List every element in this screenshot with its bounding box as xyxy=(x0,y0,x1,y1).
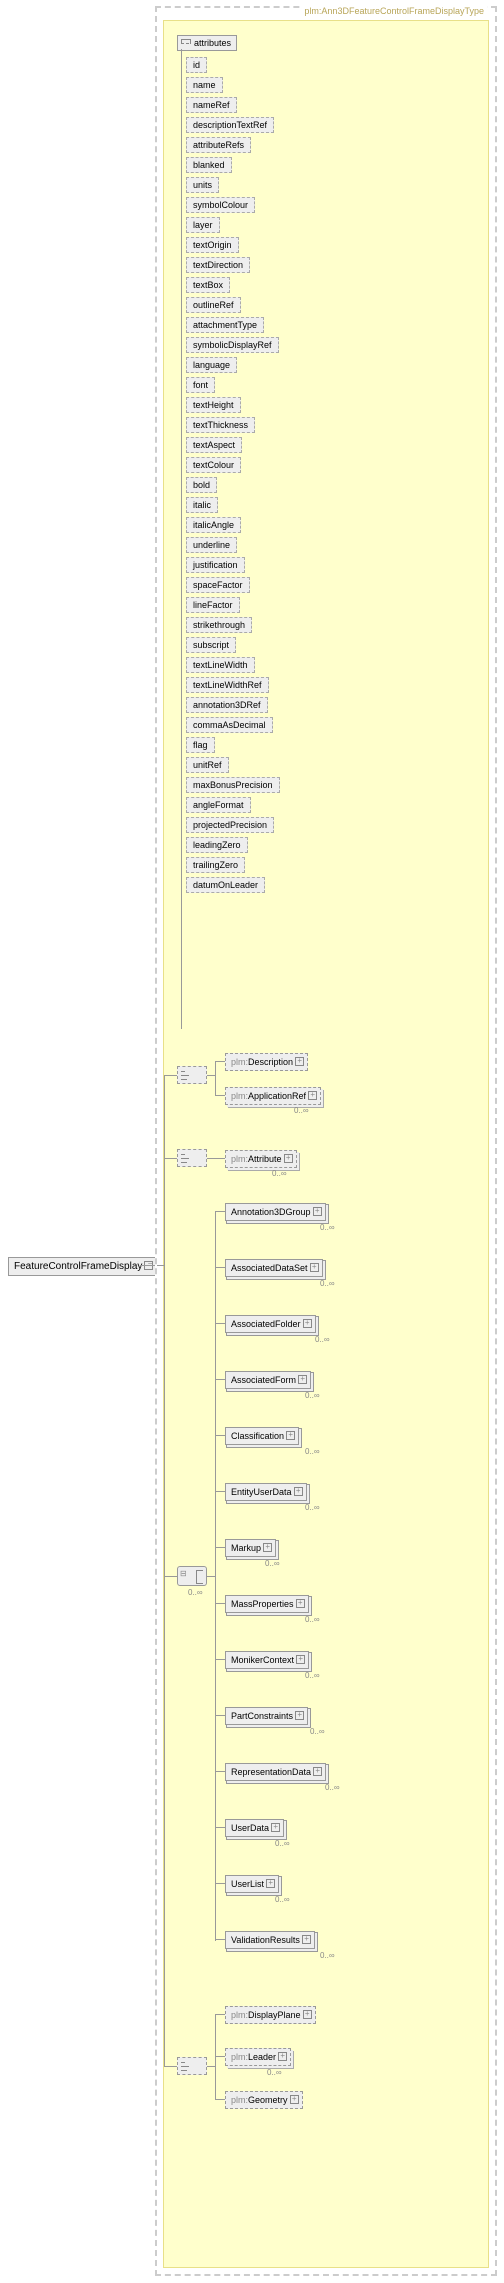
connector xyxy=(207,1158,225,1159)
attr-annotation3DRef[interactable]: annotation3DRef xyxy=(186,697,268,713)
attr-symbolicDisplayRef[interactable]: symbolicDisplayRef xyxy=(186,337,279,353)
attr-tree-line xyxy=(181,49,182,1029)
connector xyxy=(215,1061,225,1062)
connector xyxy=(215,1061,216,1095)
attr-angleFormat[interactable]: angleFormat xyxy=(186,797,251,813)
attr-justification[interactable]: justification xyxy=(186,557,245,573)
attr-blanked[interactable]: blanked xyxy=(186,157,232,173)
connector xyxy=(207,1576,215,1577)
elem-leader[interactable]: plm:Leader xyxy=(225,2048,291,2066)
attr-textBox[interactable]: textBox xyxy=(186,277,230,293)
connector xyxy=(140,1265,155,1266)
root-element[interactable]: FeatureControlFrameDisplay xyxy=(8,1257,157,1276)
connector xyxy=(215,1211,216,1941)
attr-lineFactor[interactable]: lineFactor xyxy=(186,597,240,613)
connector xyxy=(207,1075,215,1076)
connector xyxy=(164,1075,177,1076)
attr-unitRef[interactable]: unitRef xyxy=(186,757,229,773)
attr-id[interactable]: id xyxy=(186,57,207,73)
attr-attachmentType[interactable]: attachmentType xyxy=(186,317,264,333)
elem-displayplane[interactable]: plm:DisplayPlane xyxy=(225,2006,316,2024)
cardinality: 0..∞ xyxy=(267,2068,282,2077)
connector xyxy=(157,1265,164,1266)
connector xyxy=(215,2014,225,2015)
attr-symbolColour[interactable]: symbolColour xyxy=(186,197,255,213)
attr-textThickness[interactable]: textThickness xyxy=(186,417,255,433)
attr-units[interactable]: units xyxy=(186,177,219,193)
elem-attribute[interactable]: plm:Attribute xyxy=(225,1150,297,1168)
attr-layer[interactable]: layer xyxy=(186,217,220,233)
connector xyxy=(215,2099,225,2100)
choice-connector xyxy=(177,1566,207,1586)
elem-description[interactable]: plm:Description xyxy=(225,1053,308,1071)
connector xyxy=(164,1576,177,1577)
attr-textOrigin[interactable]: textOrigin xyxy=(186,237,239,253)
attr-descriptionTextRef[interactable]: descriptionTextRef xyxy=(186,117,274,133)
attr-outlineRef[interactable]: outlineRef xyxy=(186,297,241,313)
attribute-list: id name nameRef descriptionTextRef attribute… xyxy=(186,53,280,893)
attr-flag[interactable]: flag xyxy=(186,737,215,753)
attr-datumOnLeader[interactable]: datumOnLeader xyxy=(186,877,265,893)
elem-userdata[interactable]: UserData xyxy=(225,1819,284,1837)
type-frame: plm:Ann3DFeatureControlFrameDisplayType … xyxy=(155,6,497,2276)
attr-textColour[interactable]: textColour xyxy=(186,457,241,473)
cardinality: 0..∞ xyxy=(294,1106,309,1115)
attr-attributeRefs[interactable]: attributeRefs xyxy=(186,137,251,153)
attr-textDirection[interactable]: textDirection xyxy=(186,257,250,273)
main-spine xyxy=(164,1075,165,2066)
attr-language[interactable]: language xyxy=(186,357,237,373)
elem-annotation3dgroup[interactable]: Annotation3DGroup xyxy=(225,1203,326,1221)
attr-spaceFactor[interactable]: spaceFactor xyxy=(186,577,250,593)
attr-italic[interactable]: italic xyxy=(186,497,218,513)
attr-textAspect[interactable]: textAspect xyxy=(186,437,242,453)
elem-markup[interactable]: Markup xyxy=(225,1539,276,1557)
attr-maxBonusPrecision[interactable]: maxBonusPrecision xyxy=(186,777,280,793)
sequence-connector xyxy=(177,1066,207,1084)
attr-textHeight[interactable]: textHeight xyxy=(186,397,241,413)
type-name: plm:Ann3DFeatureControlFrameDisplayType xyxy=(301,6,487,16)
cardinality: 0..∞ xyxy=(188,1588,203,1597)
elem-representationdata[interactable]: RepresentationData xyxy=(225,1763,326,1781)
elem-userlist[interactable]: UserList xyxy=(225,1875,279,1893)
elem-associatedform[interactable]: AssociatedForm xyxy=(225,1371,311,1389)
attr-commaAsDecimal[interactable]: commaAsDecimal xyxy=(186,717,273,733)
attr-trailingZero[interactable]: trailingZero xyxy=(186,857,245,873)
connector xyxy=(215,2056,225,2057)
attr-leadingZero[interactable]: leadingZero xyxy=(186,837,248,853)
attr-nameRef[interactable]: nameRef xyxy=(186,97,237,113)
attr-italicAngle[interactable]: italicAngle xyxy=(186,517,241,533)
elem-partconstraints[interactable]: PartConstraints xyxy=(225,1707,308,1725)
attr-subscript[interactable]: subscript xyxy=(186,637,236,653)
elem-classification[interactable]: Classification xyxy=(225,1427,299,1445)
inner-panel: attributes id name nameRef descriptionTextR… xyxy=(163,20,489,2268)
connector xyxy=(215,1095,225,1096)
elem-validationresults[interactable]: ValidationResults xyxy=(225,1931,315,1949)
sequence-connector xyxy=(177,2057,207,2075)
elem-associateddataset[interactable]: AssociatedDataSet xyxy=(225,1259,323,1277)
attr-strikethrough[interactable]: strikethrough xyxy=(186,617,252,633)
sequence-connector xyxy=(177,1149,207,1167)
attr-textLineWidth[interactable]: textLineWidth xyxy=(186,657,255,673)
elem-geometry[interactable]: plm:Geometry xyxy=(225,2091,303,2109)
attributes-header[interactable]: attributes xyxy=(177,35,237,51)
attr-font[interactable]: font xyxy=(186,377,215,393)
elem-monikercontext[interactable]: MonikerContext xyxy=(225,1651,309,1669)
elem-massproperties[interactable]: MassProperties xyxy=(225,1595,309,1613)
cardinality: 0..∞ xyxy=(272,1169,287,1178)
root-label: FeatureControlFrameDisplay xyxy=(14,1261,142,1272)
attr-bold[interactable]: bold xyxy=(186,477,217,493)
elem-associatedfolder[interactable]: AssociatedFolder xyxy=(225,1315,316,1333)
attr-underline[interactable]: underline xyxy=(186,537,237,553)
elem-entityuserdata[interactable]: EntityUserData xyxy=(225,1483,307,1501)
connector xyxy=(207,2066,215,2067)
attr-name[interactable]: name xyxy=(186,77,223,93)
attr-projectedPrecision[interactable]: projectedPrecision xyxy=(186,817,274,833)
connector xyxy=(164,2066,177,2067)
elem-applicationref[interactable]: plm:ApplicationRef xyxy=(225,1087,321,1105)
connector xyxy=(164,1158,177,1159)
attr-textLineWidthRef[interactable]: textLineWidthRef xyxy=(186,677,269,693)
